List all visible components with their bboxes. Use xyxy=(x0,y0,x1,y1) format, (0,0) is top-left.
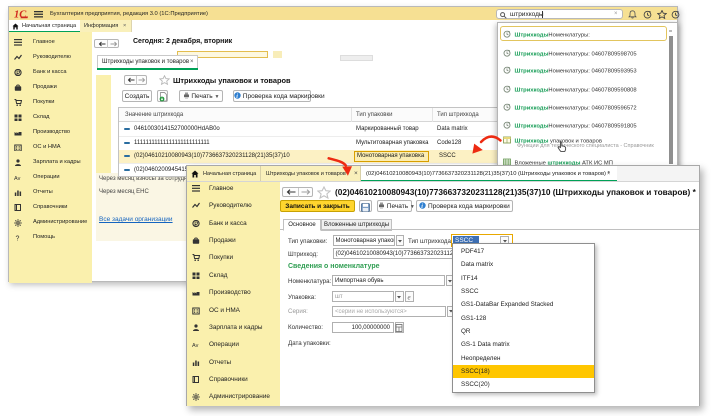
svg-text:e: e xyxy=(407,293,410,301)
svg-text:?: ? xyxy=(15,235,19,241)
svg-text:Аv: Аv xyxy=(14,176,21,181)
svg-text:Аv: Аv xyxy=(192,343,199,349)
